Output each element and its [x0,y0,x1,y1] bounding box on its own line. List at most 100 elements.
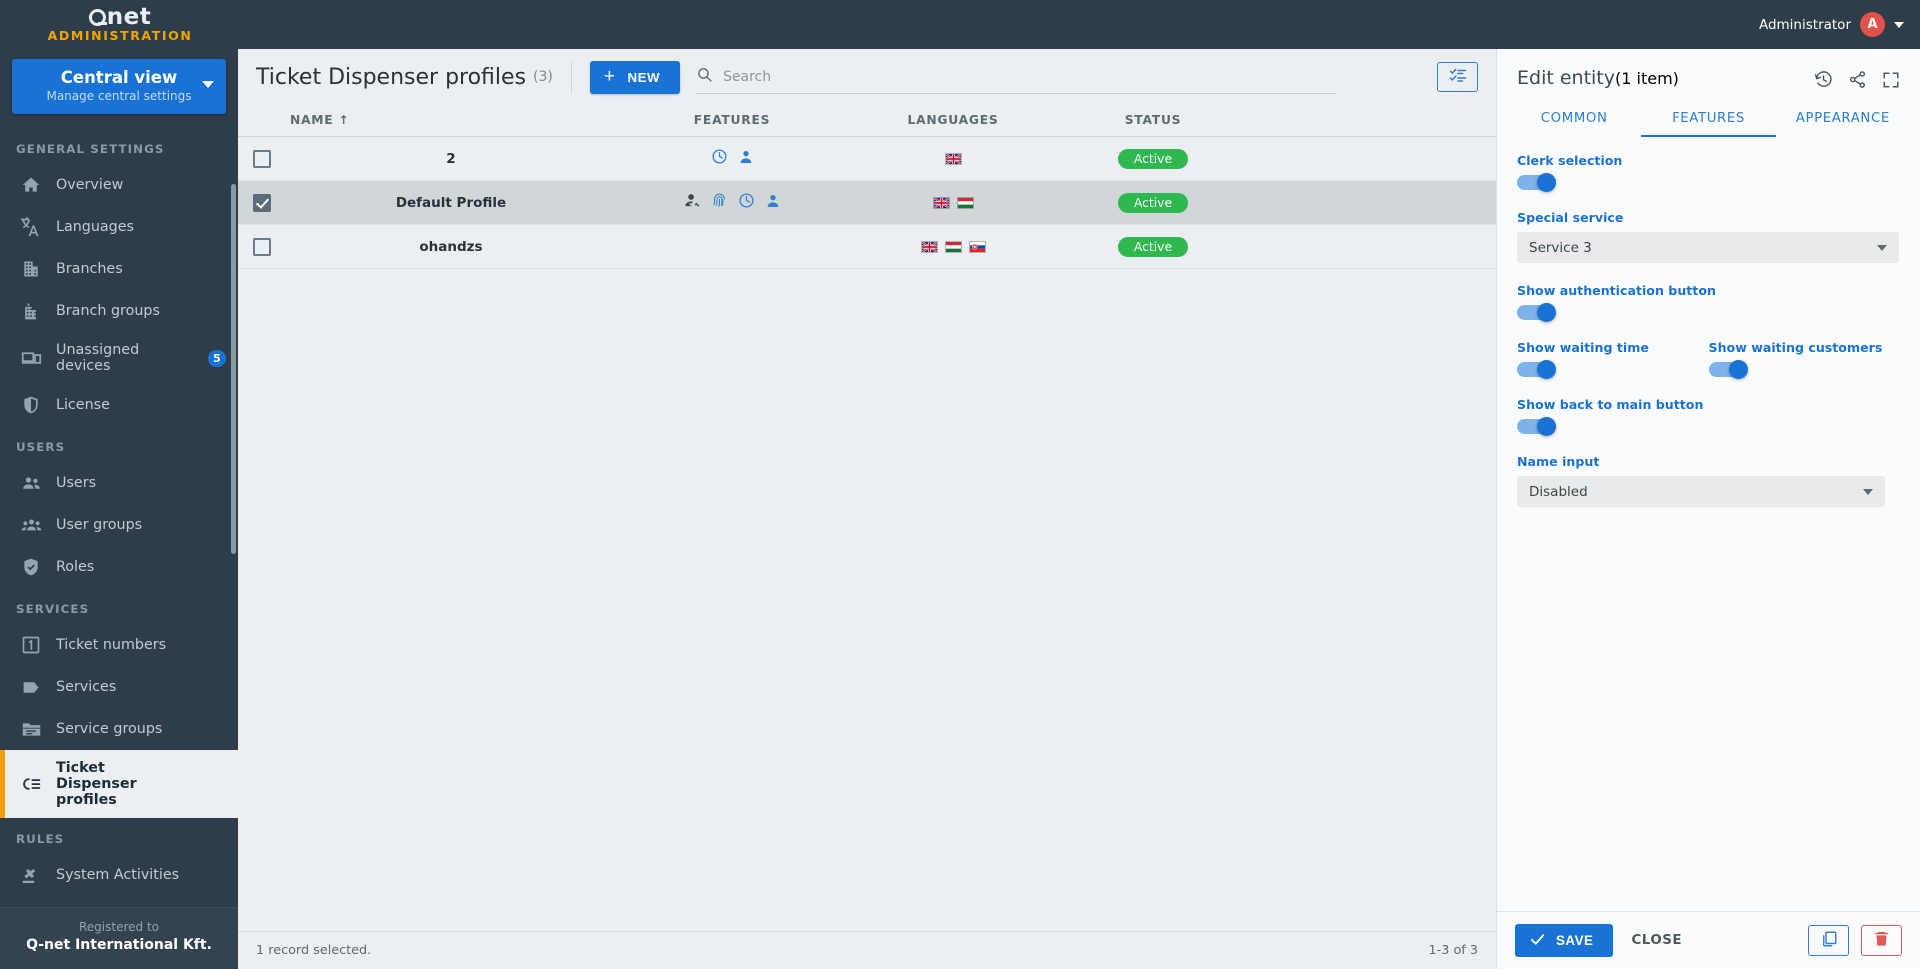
field-name-input: Name input Disabled [1517,454,1900,507]
sidebar-item-users[interactable]: Users [0,462,238,504]
sidebar-item-service-groups[interactable]: Service groups [0,708,238,750]
devices-icon [20,347,42,369]
delete-button[interactable] [1861,925,1902,956]
panel-footer: SAVE CLOSE [1497,911,1920,969]
field-clerk-selection: Clerk selection [1517,153,1900,192]
new-button-label: NEW [627,69,661,85]
column-settings-button[interactable] [1437,62,1478,92]
share-icon[interactable] [1848,70,1867,93]
tab-common[interactable]: COMMON [1507,103,1641,137]
sidebar-item-label: System Activities [56,867,180,883]
nav-section-services: SERVICES [16,602,90,616]
column-header-features[interactable]: FEATURES [616,105,848,137]
pagination-info: 1-3 of 3 [1428,943,1478,958]
sidebar: Central view Manage central settings GEN… [0,49,238,969]
sidebar-item-languages[interactable]: Languages [0,206,238,248]
person-icon [765,193,781,213]
sidebar-item-ticket-dispenser-profiles[interactable]: Ticket Dispenser profiles [0,750,238,818]
save-button-label: SAVE [1556,933,1594,948]
clock-icon [738,192,755,213]
sidebar-item-roles[interactable]: Roles [0,546,238,588]
panel-item-count: (1 item) [1615,69,1679,88]
chevron-down-icon[interactable] [202,81,214,88]
page-title: Ticket Dispenser profiles [256,64,527,90]
field-row-waiting: Show waiting time Show waiting customers [1517,340,1900,379]
sidebar-item-branch-groups[interactable]: Branch groups [0,290,238,332]
show-authentication-toggle[interactable] [1517,303,1556,322]
history-icon[interactable] [1814,70,1833,93]
special-service-select[interactable]: Service 3 [1517,232,1899,263]
sidebar-scroll-area: Central view Manage central settings GEN… [0,49,238,907]
column-header-languages[interactable]: LANGUAGES [848,105,1058,137]
column-header-spacer [1248,105,1496,137]
person-icon [738,149,754,169]
page-record-count: (3) [533,69,553,85]
row-checkbox[interactable] [253,150,271,169]
column-header-name[interactable]: NAME ↑ [286,105,616,137]
user-group-icon [20,514,42,536]
row-select-cell[interactable] [238,137,286,181]
row-checkbox[interactable] [253,238,271,257]
view-switcher-subtitle: Manage central settings [46,89,192,103]
fullscreen-icon[interactable] [1882,71,1900,93]
sidebar-item-system-activities[interactable]: System Activities [0,854,238,896]
tab-appearance[interactable]: APPEARANCE [1776,103,1910,137]
brand-subtitle: ADMINISTRATION [47,28,193,43]
sidebar-item-label: Unassigned devices [56,342,140,374]
name-input-select[interactable]: Disabled [1517,476,1885,507]
show-waiting-customers-toggle[interactable] [1708,360,1748,379]
sidebar-item-license[interactable]: License [0,384,238,426]
row-select-cell[interactable] [238,181,286,225]
table-row[interactable]: Default Profile Active [238,180,1496,225]
panel-tabs: COMMON FEATURES APPEARANCE [1497,93,1920,137]
search-input[interactable] [723,68,1337,85]
show-waiting-time-label: Show waiting time [1517,340,1649,355]
sidebar-item-label: Services [56,679,117,695]
sidebar-item-branches[interactable]: Branches [0,248,238,290]
checklist-icon [1448,66,1468,88]
show-back-toggle[interactable] [1517,417,1556,436]
row-checkbox[interactable] [253,194,271,213]
duplicate-button[interactable] [1808,925,1849,956]
field-special-service: Special service Service 3 [1517,210,1900,263]
clerk-selection-toggle[interactable] [1517,173,1556,192]
column-header-name-label: NAME [290,113,334,127]
field-show-waiting-time: Show waiting time [1517,340,1709,379]
chevron-down-icon[interactable] [1894,21,1904,28]
buildings-icon [20,300,42,322]
view-switcher[interactable]: Central view Manage central settings [12,59,226,114]
sidebar-item-services[interactable]: Services [0,666,238,708]
save-button[interactable]: SAVE [1515,924,1614,957]
avatar[interactable]: A [1860,12,1885,37]
table-row[interactable]: ohandzs Active [238,224,1496,269]
app-root: Q-netnet ADMINISTRATION Administrator A … [0,0,1920,969]
tab-features[interactable]: FEATURES [1641,103,1776,137]
sidebar-item-label: Overview [56,177,124,193]
building-icon [20,258,42,280]
close-button[interactable]: CLOSE [1631,933,1682,948]
row-name: Default Profile [395,194,507,211]
sidebar-item-label: License [56,397,110,413]
search-box[interactable] [696,60,1337,94]
sidebar-item-unassigned-devices[interactable]: Unassigned devices 5 [0,332,238,384]
column-header-status[interactable]: STATUS [1058,105,1248,137]
table-row[interactable]: 2 Active [238,136,1496,181]
sidebar-footer: Registered to Q-net International Kft. [0,907,238,969]
user-menu[interactable]: Administrator A [1759,12,1920,37]
sidebar-item-user-groups[interactable]: User groups [0,504,238,546]
new-button[interactable]: + NEW [589,60,681,94]
sidebar-item-label: Ticket numbers [56,637,167,653]
sidebar-item-ticket-numbers[interactable]: Ticket numbers [0,624,238,666]
row-select-cell[interactable] [238,225,286,269]
toggle-knob [1537,360,1556,379]
show-waiting-time-toggle[interactable] [1517,360,1556,379]
show-back-label: Show back to main button [1517,397,1704,412]
top-bar: Q-netnet ADMINISTRATION Administrator A [0,0,1920,49]
toggle-knob [1537,303,1556,322]
sidebar-item-overview[interactable]: Overview [0,164,238,206]
sidebar-item-label: Branch groups [56,303,160,319]
search-icon [696,66,713,87]
uk-flag [944,152,962,165]
sidebar-scrollbar[interactable] [231,184,236,554]
row-spacer [1248,181,1496,225]
